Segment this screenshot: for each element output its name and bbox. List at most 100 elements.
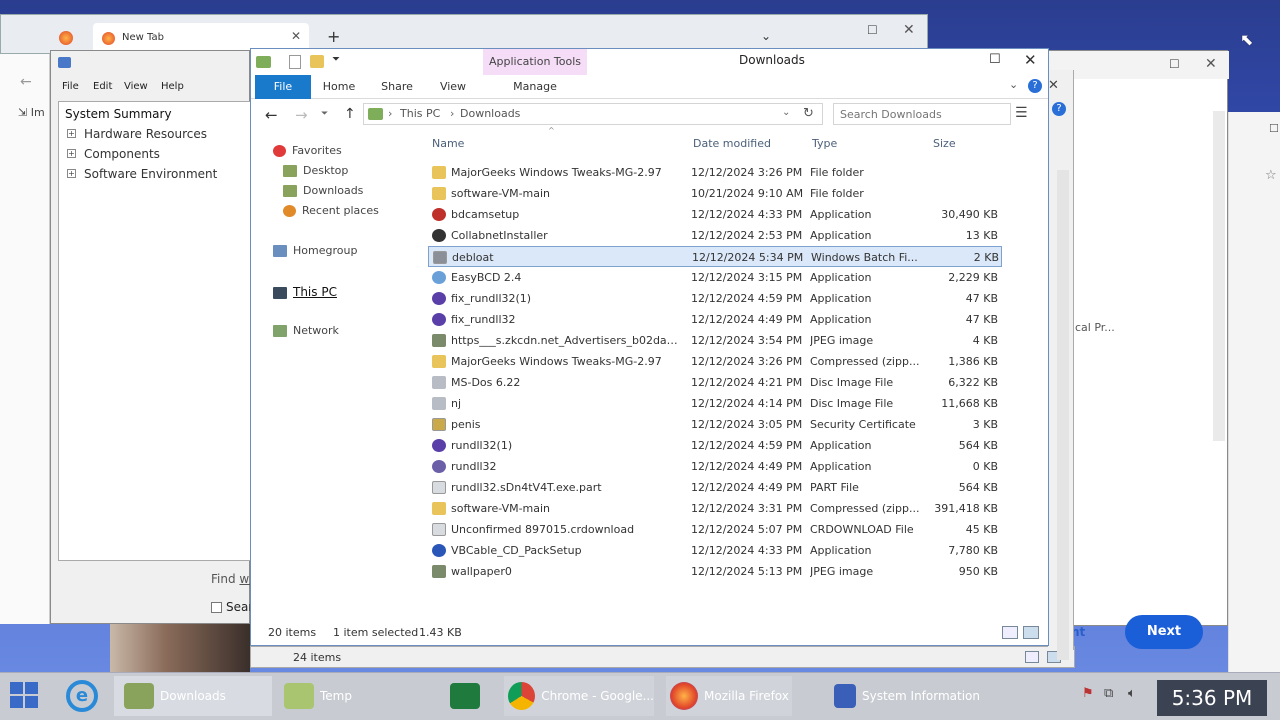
maximize-icon[interactable]: ☐: [989, 52, 1001, 67]
nav-homegroup[interactable]: Homegroup: [273, 241, 357, 261]
maximize-icon[interactable]: ☐: [1269, 122, 1279, 135]
details-view-icon[interactable]: [1025, 651, 1039, 663]
expand-icon[interactable]: +: [67, 169, 76, 178]
nav-network[interactable]: Network: [273, 321, 339, 341]
forward-icon[interactable]: →: [295, 106, 308, 124]
tree-item-hardware-resources[interactable]: + Hardware Resources: [59, 124, 250, 144]
breadcrumb-downloads[interactable]: Downloads: [460, 107, 520, 120]
menu-view[interactable]: View: [124, 81, 148, 92]
file-row[interactable]: rundll32.sDn4tV4T.exe.part 12/12/2024 4:4…: [428, 477, 1002, 498]
network-icon[interactable]: ⧉: [1104, 686, 1113, 701]
file-row[interactable]: MajorGeeks Windows Tweaks-MG-2.97 12/12/2…: [428, 162, 1002, 183]
tab-manage[interactable]: Manage: [483, 75, 587, 99]
back-icon[interactable]: ←: [20, 74, 32, 90]
back-icon[interactable]: ←: [265, 106, 278, 124]
taskbar-item-firefox[interactable]: Mozilla Firefox: [666, 676, 792, 716]
start-button[interactable]: [10, 682, 40, 710]
qat-dropdown-icon[interactable]: ⏷: [332, 54, 340, 65]
breadcrumb-this-pc[interactable]: This PC: [400, 107, 440, 120]
column-name[interactable]: Name: [432, 132, 464, 156]
internet-explorer-icon[interactable]: e: [66, 680, 98, 712]
taskbar-item-chrome[interactable]: Chrome - Google...: [504, 676, 654, 716]
taskbar-item-system-information[interactable]: System Information: [830, 676, 980, 716]
file-row[interactable]: software-VM-main 10/21/2024 9:10 AM File f…: [428, 183, 1002, 204]
taskbar-item-excel[interactable]: [446, 676, 486, 716]
nav-desktop[interactable]: Desktop: [283, 161, 348, 181]
column-type[interactable]: Type: [812, 132, 837, 156]
column-size[interactable]: Size: [933, 132, 956, 156]
zip-icon: [432, 502, 446, 515]
search-box[interactable]: [833, 103, 1011, 125]
file-row[interactable]: Unconfirmed 897015.crdownload 12/12/2024 …: [428, 519, 1002, 540]
file-row[interactable]: software-VM-main 12/12/2024 3:31 PM Compre…: [428, 498, 1002, 519]
close-icon[interactable]: ✕: [1024, 51, 1037, 69]
help-icon[interactable]: ?: [1028, 79, 1042, 93]
star-icon[interactable]: ☆: [1265, 168, 1277, 183]
menu-file[interactable]: File: [62, 81, 79, 92]
search-input[interactable]: [840, 105, 1010, 123]
expand-icon[interactable]: +: [67, 149, 76, 158]
close-icon[interactable]: ✕: [1205, 56, 1217, 72]
maximize-icon[interactable]: ☐: [1169, 57, 1180, 71]
menu-edit[interactable]: Edit: [93, 81, 112, 92]
properties-icon[interactable]: [289, 55, 301, 69]
recent-locations-icon[interactable]: ⏷: [321, 109, 328, 119]
up-icon[interactable]: ↑: [344, 106, 356, 122]
checkbox[interactable]: [211, 602, 222, 613]
help-icon[interactable]: ?: [1052, 102, 1066, 116]
search-checkbox-row[interactable]: Sear: [211, 600, 253, 614]
file-row[interactable]: CollabnetInstaller 12/12/2024 2:53 PM Appl…: [428, 225, 1002, 246]
file-row[interactable]: https___s.zkcdn.net_Advertisers_b02da4..…: [428, 330, 1002, 351]
file-row[interactable]: VBCable_CD_PackSetup 12/12/2024 4:33 PM Ap…: [428, 540, 1002, 561]
chevron-down-icon[interactable]: ⌄: [1009, 78, 1018, 91]
new-tab-icon[interactable]: +: [327, 27, 340, 46]
tree-item-system-summary[interactable]: System Summary: [59, 104, 250, 124]
file-row[interactable]: fix_rundll32 12/12/2024 4:49 PM Applicatio…: [428, 309, 1002, 330]
tab-home[interactable]: Home: [315, 75, 363, 99]
column-date-modified[interactable]: Date modified: [693, 132, 771, 156]
tab-share[interactable]: Share: [375, 75, 419, 99]
file-row[interactable]: penis 12/12/2024 3:05 PM Security Certific…: [428, 414, 1002, 435]
nav-favorites[interactable]: Favorites: [273, 141, 342, 161]
new-folder-icon[interactable]: [310, 55, 324, 68]
nav-downloads[interactable]: Downloads: [283, 181, 363, 201]
tab-view[interactable]: View: [431, 75, 475, 99]
flag-icon[interactable]: ⚑: [1082, 686, 1094, 701]
firefox-tab-inactive[interactable]: [47, 25, 87, 51]
close-icon[interactable]: ✕: [903, 22, 915, 38]
close-icon[interactable]: ✕: [291, 29, 301, 43]
next-button[interactable]: Next: [1125, 615, 1203, 649]
taskbar-item-temp[interactable]: Temp: [276, 676, 426, 716]
close-icon[interactable]: ✕: [1048, 78, 1059, 93]
file-row[interactable]: debloat 12/12/2024 5:34 PM Windows Batch F…: [428, 246, 1002, 267]
taskbar-item-downloads[interactable]: Downloads: [114, 676, 272, 716]
tree-item-software-environment[interactable]: + Software Environment: [59, 164, 250, 184]
tab-file[interactable]: File: [255, 75, 311, 99]
file-row[interactable]: rundll32 12/12/2024 4:49 PM Application 0 K…: [428, 456, 1002, 477]
file-row[interactable]: nj 12/12/2024 4:14 PM Disc Image File 11,66…: [428, 393, 1002, 414]
file-row[interactable]: MS-Dos 6.22 12/12/2024 4:21 PM Disc Image …: [428, 372, 1002, 393]
clock[interactable]: 5:36 PM: [1157, 680, 1267, 716]
file-row[interactable]: bdcamsetup 12/12/2024 4:33 PM Application 3…: [428, 204, 1002, 225]
details-view-icon[interactable]: [1002, 626, 1018, 639]
file-row[interactable]: MajorGeeks Windows Tweaks-MG-2.97 12/12/2…: [428, 351, 1002, 372]
file-row[interactable]: EasyBCD 2.4 12/12/2024 3:15 PM Application…: [428, 267, 1002, 288]
refresh-icon[interactable]: ↻: [803, 106, 814, 121]
file-row[interactable]: rundll32(1) 12/12/2024 4:59 PM Application…: [428, 435, 1002, 456]
chevron-down-icon[interactable]: ⌄: [782, 107, 790, 118]
import-icon[interactable]: ⇲ Im: [18, 106, 45, 119]
expand-icon[interactable]: +: [67, 129, 76, 138]
large-icons-view-icon[interactable]: [1023, 626, 1039, 639]
folder-icon: [256, 56, 271, 68]
tree-item-components[interactable]: + Components: [59, 144, 250, 164]
nav-this-pc[interactable]: This PC: [273, 282, 337, 302]
maximize-icon[interactable]: ☐: [867, 23, 878, 37]
chevron-down-icon[interactable]: ⌄: [761, 29, 771, 43]
menu-icon[interactable]: ☰: [1015, 105, 1028, 121]
address-bar[interactable]: › This PC › Downloads ⌄ ↻: [363, 103, 823, 125]
file-row[interactable]: fix_rundll32(1) 12/12/2024 4:59 PM Applica…: [428, 288, 1002, 309]
nav-recent-places[interactable]: Recent places: [283, 201, 379, 221]
menu-help[interactable]: Help: [161, 81, 184, 92]
file-row[interactable]: wallpaper0 12/12/2024 5:13 PM JPEG image 95…: [428, 561, 1002, 582]
volume-icon[interactable]: 🔈︎: [1128, 686, 1136, 701]
